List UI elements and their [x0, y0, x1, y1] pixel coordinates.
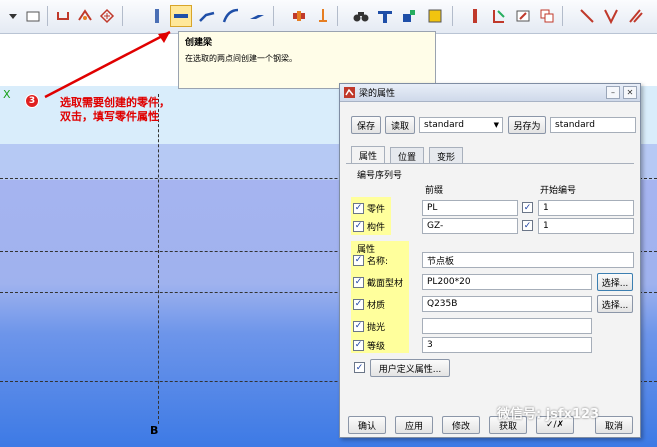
select-material-button[interactable]: 选择...: [597, 295, 633, 313]
name-row[interactable]: ✓ 名称:: [353, 252, 388, 268]
column-icon[interactable]: [146, 5, 168, 27]
rebar-bend-icon[interactable]: [488, 5, 510, 27]
slash-icon[interactable]: [624, 5, 646, 27]
material-input[interactable]: Q235B: [422, 296, 592, 312]
class-row[interactable]: ✓ 等级: [353, 337, 385, 353]
modify-button[interactable]: 修改: [442, 416, 480, 434]
app-icon: [344, 87, 355, 98]
prefix-header: 前缀: [425, 186, 444, 196]
toolbar: [0, 0, 657, 34]
angle-icon[interactable]: [600, 5, 622, 27]
assembly-numbering-row[interactable]: ✓ 构件: [353, 218, 385, 234]
binoculars-icon[interactable]: [350, 5, 372, 27]
checkbox-checked-icon[interactable]: ✓: [353, 254, 364, 266]
user-defined-attributes-button[interactable]: 用户定义属性...: [370, 359, 450, 377]
plate-yellow-icon[interactable]: [424, 5, 446, 27]
annotation-line1: 选取需要创建的零件，: [60, 96, 170, 109]
name-input[interactable]: 节点板: [422, 252, 634, 268]
curved-beam-icon[interactable]: [220, 5, 242, 27]
weld-icon[interactable]: [52, 5, 74, 27]
component-icon[interactable]: [74, 5, 96, 27]
copy-icon[interactable]: [536, 5, 558, 27]
save-button[interactable]: 保存: [351, 116, 381, 134]
name-label: 名称:: [367, 256, 389, 267]
tab-position[interactable]: 位置: [390, 147, 424, 164]
part-label: 零件: [367, 204, 386, 215]
chevron-down-icon: ▼: [493, 121, 499, 129]
profile-input[interactable]: PL200*20: [422, 274, 592, 290]
finish-label: 抛光: [367, 322, 386, 333]
checkbox-checked-icon[interactable]: ✓: [353, 320, 364, 332]
annotation-line2: 双击，填写零件属性: [60, 110, 159, 123]
profile-row[interactable]: ✓ 截面型材: [353, 274, 403, 290]
green-mark: X: [3, 88, 11, 101]
step-badge: 3: [25, 94, 39, 108]
select-window-icon[interactable]: [22, 5, 44, 27]
fitting-icon[interactable]: [398, 5, 420, 27]
numbering-group-label: 编号序列号: [357, 171, 403, 181]
tooltip: 创建梁 在选取的两点间创建一个钢梁。: [178, 31, 436, 89]
finish-row[interactable]: ✓ 抛光: [353, 318, 385, 334]
beam-properties-dialog: 梁的属性 – ✕ 保存 读取 standard ▼ 另存为 standard 属…: [339, 83, 641, 438]
material-row[interactable]: ✓ 材质: [353, 296, 385, 312]
checkbox-checked-icon[interactable]: ✓: [353, 298, 364, 310]
dialog-titlebar[interactable]: 梁的属性 – ✕: [340, 84, 640, 102]
ok-button[interactable]: 确认: [348, 416, 386, 434]
checkbox-checked-icon[interactable]: ✓: [353, 202, 364, 214]
cut-icon[interactable]: [374, 5, 396, 27]
assembly-start-input[interactable]: 1: [538, 218, 634, 234]
finish-input[interactable]: [422, 318, 592, 334]
edit-icon[interactable]: [512, 5, 534, 27]
checkbox-checked-icon[interactable]: ✓: [353, 339, 364, 351]
checkbox-checked-icon[interactable]: ✓: [522, 220, 533, 231]
hatch-icon[interactable]: [96, 5, 118, 27]
assembly-label: 构件: [367, 222, 386, 233]
close-icon[interactable]: ✕: [623, 86, 637, 99]
preset-select[interactable]: standard ▼: [419, 117, 503, 133]
assembly-prefix-input[interactable]: GZ-: [422, 218, 518, 234]
minimize-icon[interactable]: –: [606, 86, 620, 99]
grid-axis-label: B: [150, 424, 159, 437]
watermark: 微信号: jsfx123: [497, 407, 600, 422]
cancel-button[interactable]: 取消: [595, 416, 633, 434]
apply-button[interactable]: 应用: [395, 416, 433, 434]
create-beam-icon[interactable]: [170, 5, 192, 27]
part-numbering-row[interactable]: ✓ 零件: [353, 200, 385, 216]
bolt-icon[interactable]: [288, 5, 310, 27]
save-as-input[interactable]: standard: [550, 117, 636, 133]
class-label: 等级: [367, 341, 386, 352]
profile-label: 截面型材: [367, 278, 404, 289]
tab-properties[interactable]: 属性: [351, 146, 385, 164]
part-start-input[interactable]: 1: [538, 200, 634, 216]
material-label: 材质: [367, 300, 386, 311]
tooltip-title: 创建梁: [185, 38, 213, 48]
annotation-text: 选取需要创建的零件， 双击，填写零件属性: [60, 96, 170, 124]
dropdown-icon[interactable]: [2, 5, 24, 27]
tab-deforming[interactable]: 变形: [429, 147, 463, 164]
line-icon[interactable]: [576, 5, 598, 27]
select-profile-button[interactable]: 选择...: [597, 273, 633, 291]
checkbox-checked-icon[interactable]: ✓: [522, 202, 533, 213]
start-number-header: 开始编号: [540, 186, 577, 196]
rebar-icon[interactable]: [464, 5, 486, 27]
class-input[interactable]: 3: [422, 337, 592, 353]
checkbox-checked-icon[interactable]: ✓: [353, 220, 364, 232]
checkbox-checked-icon[interactable]: ✓: [353, 276, 364, 288]
load-button[interactable]: 读取: [385, 116, 415, 134]
preset-value: standard: [424, 120, 464, 130]
part-prefix-input[interactable]: PL: [422, 200, 518, 216]
dialog-title: 梁的属性: [359, 89, 396, 99]
checkbox-checked-icon[interactable]: ✓: [354, 362, 365, 373]
save-as-button[interactable]: 另存为: [508, 116, 546, 134]
anchor-icon[interactable]: [312, 5, 334, 27]
polybeam-icon[interactable]: [196, 5, 218, 27]
plate-icon[interactable]: [246, 5, 268, 27]
tooltip-description: 在选取的两点间创建一个钢梁。: [185, 54, 297, 63]
